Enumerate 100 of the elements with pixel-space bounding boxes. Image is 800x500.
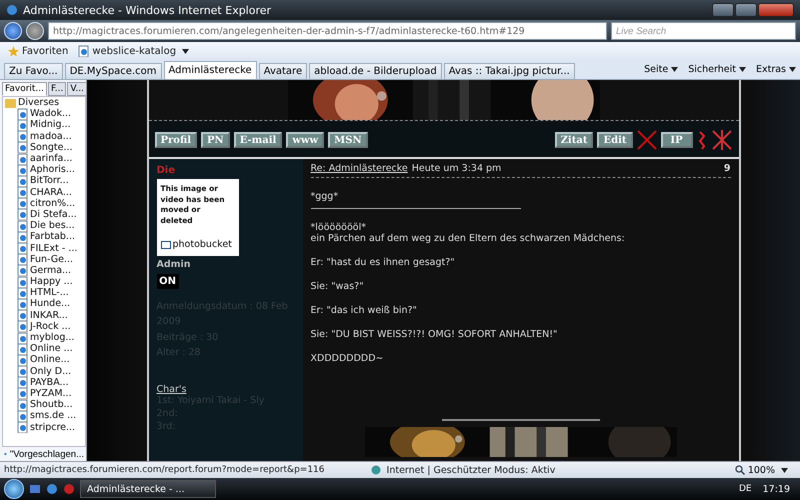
favorite-item[interactable]: Online ... — [5, 343, 79, 354]
sidebar-tab[interactable]: V... — [67, 82, 87, 96]
quote-button[interactable]: Zitat — [554, 132, 594, 148]
page-icon — [78, 45, 90, 57]
favorite-item[interactable]: Aphoris... — [5, 164, 81, 176]
sidebar-tab[interactable]: F... — [48, 82, 66, 96]
taskbar-button[interactable]: Adminlästerecke - ... — [80, 480, 216, 498]
brand-text: photobucket — [172, 238, 232, 252]
browser-tab[interactable]: Adminlästerecke — [164, 61, 257, 79]
page-icon — [17, 276, 28, 288]
clock: 17:19 — [762, 484, 791, 494]
post-time: Heute um 3:34 pm — [412, 163, 502, 174]
favorite-item[interactable]: HTML-... — [5, 287, 75, 298]
page-icon — [17, 130, 28, 142]
report-icon[interactable] — [696, 130, 706, 150]
favorites-link[interactable]: webslice-katalog — [78, 45, 190, 57]
sidebar-tab[interactable]: Favorit... — [2, 82, 48, 96]
browser-icon[interactable] — [46, 483, 58, 495]
minimize-button[interactable] — [712, 3, 734, 17]
favorite-item[interactable]: BitTorr... — [5, 175, 75, 186]
search-field[interactable]: Live Search — [611, 22, 796, 40]
post-subject[interactable]: Re: Adminlästerecke — [310, 163, 408, 174]
suggested-sites-button[interactable]: "Vorgeschlagen... — [2, 447, 86, 461]
back-button[interactable] — [4, 22, 22, 40]
close-button[interactable] — [758, 3, 794, 17]
favorite-item[interactable]: Songte... — [5, 142, 79, 153]
post-text: Sie: "DU BIST WEISS?!?! OMG! SOFORT ANHALTEN!" — [310, 329, 558, 340]
chars-link[interactable]: Char's — [156, 384, 294, 396]
star-icon — [8, 46, 19, 56]
caret-icon — [789, 67, 796, 72]
page-icon — [17, 186, 28, 198]
favorite-item[interactable]: Online... — [5, 354, 76, 366]
favorite-item[interactable]: Wadok... — [5, 108, 78, 120]
page-icon — [17, 354, 28, 366]
delete-icon[interactable] — [636, 130, 656, 150]
command-menu[interactable]: Extras — [756, 64, 796, 75]
favorite-item[interactable]: myblog... — [5, 332, 80, 344]
profile-button[interactable]: E-mail — [234, 132, 282, 148]
favorite-item[interactable]: Di Stefa... — [5, 208, 83, 220]
status-url: http://magictraces.forumieren.com/report.forum?mode=report&p=116 — [4, 464, 325, 476]
language-indicator[interactable]: DE — [738, 484, 752, 494]
page-icon — [17, 197, 28, 210]
favorite-item[interactable]: J-Rock ... — [5, 320, 77, 332]
favorite-item[interactable]: sms.de ... — [5, 410, 82, 422]
profile-button[interactable]: PN — [201, 132, 230, 148]
post-text: Sie: "was?" — [310, 281, 365, 292]
camera-icon — [160, 240, 170, 249]
caret-icon — [781, 468, 788, 472]
page-icon — [17, 410, 28, 422]
page-icon — [17, 387, 28, 400]
edit-button[interactable]: Edit — [597, 132, 632, 148]
page-icon — [17, 174, 28, 187]
favorite-item[interactable]: Happy ... — [5, 276, 79, 288]
favorite-item[interactable]: stripcre... — [5, 421, 82, 433]
favorite-item[interactable]: Die bes... — [5, 220, 81, 232]
favorite-item[interactable]: Hunde... — [5, 298, 76, 310]
browser-tab[interactable]: Avas :: Takai.jpg pictur... — [444, 63, 575, 79]
page-icon — [17, 253, 28, 266]
favorite-item[interactable]: aarinfa... — [5, 152, 78, 164]
maximize-button[interactable] — [735, 3, 757, 17]
post-text: Er: "hast du es ihnen gesagt?" — [310, 257, 456, 268]
page-icon — [17, 208, 28, 220]
post-text: Er: "das ich weiß bin?" — [310, 305, 418, 316]
desktop-icon[interactable] — [29, 483, 41, 495]
address-field[interactable]: http://magictraces.forumieren.com/angelegenheiten-der-admin-s-f7/adminlasterecke-t60.htm#129 — [48, 22, 607, 40]
zoom-button[interactable]: 100% — [726, 464, 796, 476]
page-icon — [17, 398, 28, 411]
page-icon — [17, 298, 28, 310]
forward-button[interactable] — [26, 22, 44, 40]
ip-button[interactable]: IP — [660, 132, 692, 148]
page-icon — [17, 220, 28, 232]
page-icon — [17, 108, 28, 120]
profile-button[interactable]: www — [286, 132, 324, 148]
browser-tab[interactable]: DE.MySpace.com — [64, 63, 162, 79]
browser-tab[interactable]: Avatare — [258, 63, 308, 79]
cross-icon[interactable] — [710, 129, 732, 151]
page-icon — [17, 376, 28, 388]
post-text: XDDDDDDDD~ — [310, 353, 384, 364]
app-icon[interactable] — [63, 483, 75, 495]
favorite-item[interactable]: Shoutb... — [5, 399, 79, 410]
command-menu[interactable]: Sicherheit — [688, 64, 746, 75]
page-icon — [17, 286, 28, 299]
post-text: *ggg* — [310, 191, 340, 202]
caret-icon — [182, 48, 190, 54]
favorite-item[interactable]: Germa... — [5, 264, 78, 276]
favorite-item[interactable]: PYZAM... — [5, 388, 78, 400]
browser-tab[interactable]: abload.de - Bilderupload — [309, 63, 442, 79]
page-icon — [17, 164, 28, 176]
profile-button[interactable]: Profil — [154, 132, 198, 148]
author-name: Die — [156, 165, 176, 176]
favorite-item[interactable]: Midnig... — [5, 119, 77, 131]
command-menu[interactable]: Seite — [644, 64, 678, 75]
add-favorites-button[interactable]: Zu Favo... — [4, 63, 63, 79]
start-button[interactable] — [4, 479, 24, 499]
magnifier-icon — [734, 465, 745, 475]
page-icon — [17, 320, 28, 332]
folder-item[interactable]: Diverses — [5, 97, 66, 108]
profile-button[interactable]: MSN — [328, 132, 368, 148]
favorites-button[interactable]: Favoriten — [8, 46, 68, 56]
favorite-item[interactable]: Farbtab... — [5, 231, 81, 242]
